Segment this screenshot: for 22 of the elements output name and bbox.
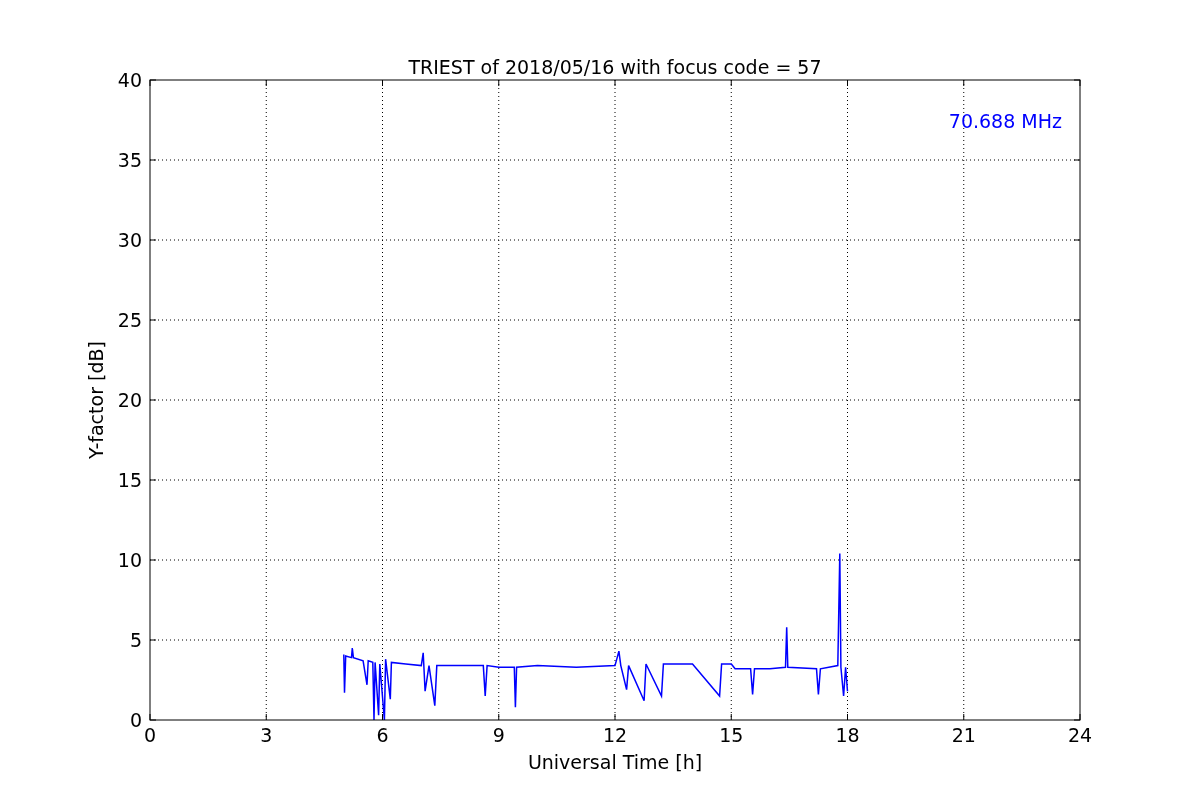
x-tick-label: 6 [376, 724, 389, 746]
y-axis-label: Y-factor [dB] [85, 341, 107, 459]
x-tick-label: 18 [835, 724, 860, 746]
y-tick-label: 40 [117, 69, 142, 91]
y-tick-label: 35 [117, 149, 142, 171]
chart-title: TRIEST of 2018/05/16 with focus code = 57 [408, 56, 822, 78]
x-tick-label: 9 [492, 724, 505, 746]
x-tick-label: 3 [260, 724, 273, 746]
x-axis-label: Universal Time [h] [527, 751, 703, 773]
x-tick-label: 12 [602, 724, 628, 746]
y-tick-label: 15 [117, 469, 142, 491]
y-tick-label: 20 [117, 389, 142, 411]
x-tick-label: 0 [143, 724, 157, 746]
y-tick-label: 0 [129, 709, 142, 731]
y-tick-label: 5 [129, 629, 142, 651]
y-tick-label: 10 [117, 549, 142, 571]
x-tick-label: 15 [719, 724, 744, 746]
x-tick-label: 24 [1067, 724, 1093, 746]
y-tick-label: 25 [117, 309, 142, 331]
series-label: 70.688 MHz [948, 110, 1062, 132]
y-tick-label: 30 [117, 229, 142, 251]
x-tick-label: 21 [951, 724, 976, 746]
